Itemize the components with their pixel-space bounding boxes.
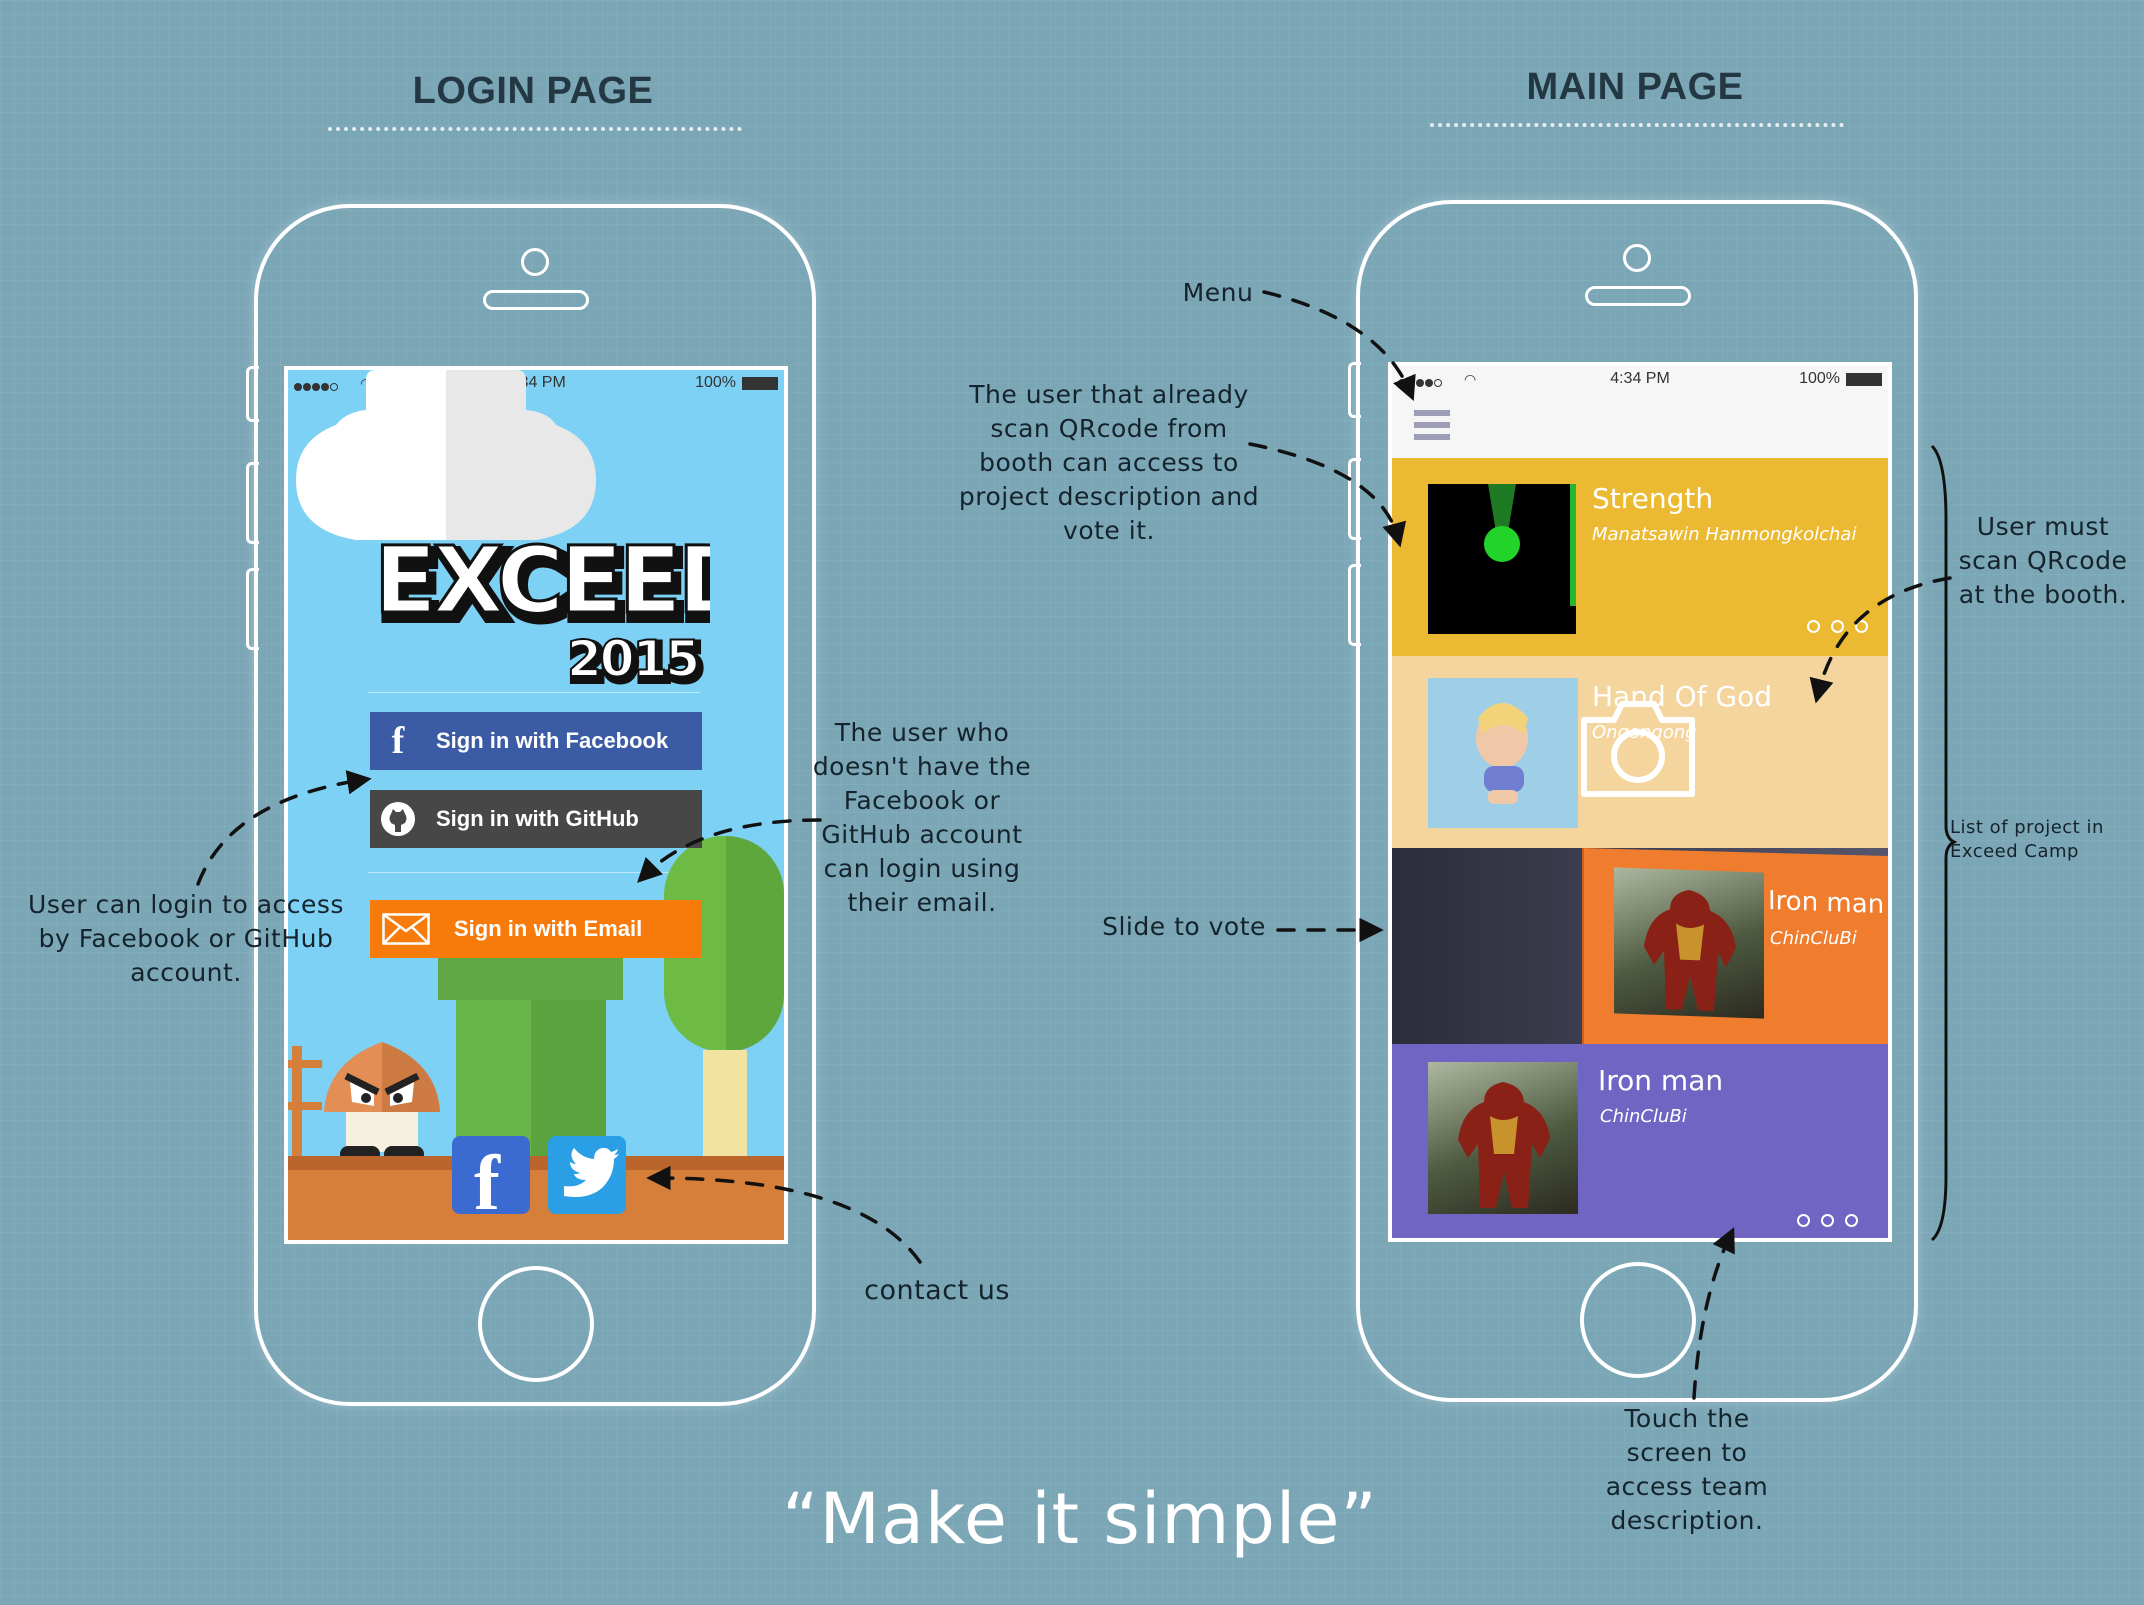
annotation-login-social: User can login to access by Facebook or … <box>28 890 344 987</box>
arrow-menu <box>1262 290 1416 402</box>
arrow-scanned <box>1248 442 1407 548</box>
annotation-scanned-access: The user that already scan QRcode from b… <box>958 380 1260 545</box>
annotation-login-email: The user who doesn't have the Facebook o… <box>812 718 1032 917</box>
arrow-login-email <box>637 818 822 883</box>
annotation-slide-vote: Slide to vote <box>1102 912 1266 941</box>
arrow-touch <box>1692 1227 1735 1400</box>
annotation-touch-screen: Touch the screen to access team descript… <box>1605 1404 1769 1535</box>
arrow-contact <box>646 1165 922 1264</box>
arrow-login-social <box>196 770 372 886</box>
annotation-menu: Menu <box>1182 278 1254 307</box>
tagline: “Make it simple” <box>782 1478 1378 1560</box>
annotation-project-list: List of project in Exceed Camp <box>1950 817 2104 862</box>
annotation-scan-booth: User must scan QRcode at the booth. <box>1958 512 2128 609</box>
arrow-scan-booth <box>1809 576 1952 704</box>
annotation-arrows <box>196 290 1958 1400</box>
annotation-contact-us: contact us <box>864 1275 1010 1306</box>
